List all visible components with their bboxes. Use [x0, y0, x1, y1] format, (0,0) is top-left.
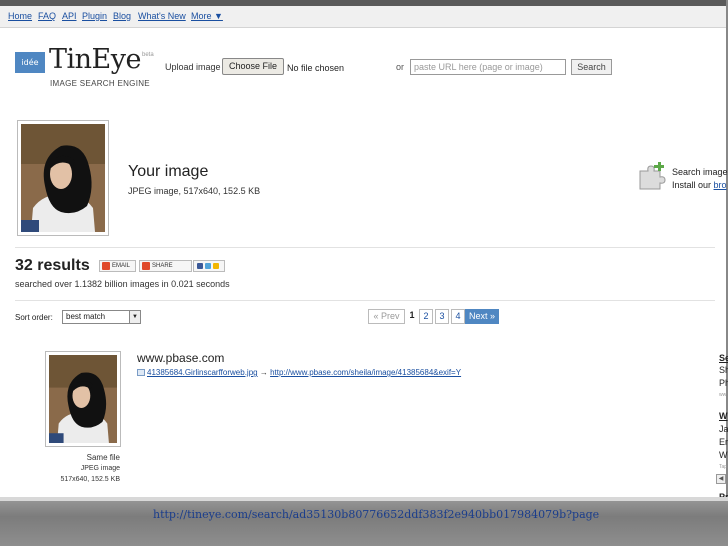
tineye-logo[interactable]: TinEye	[49, 44, 141, 75]
search-button[interactable]: Search	[571, 59, 612, 75]
sort-order-select[interactable]: best match ▼	[62, 310, 141, 324]
scroll-left-arrow[interactable]: ◀	[716, 474, 726, 484]
match-page-link[interactable]: http://www.pbase.com/sheila/image/413856…	[270, 368, 461, 377]
page-1-current: 1	[407, 309, 417, 324]
nav-home[interactable]: Home	[8, 11, 32, 21]
arrow-icon: →	[259, 368, 268, 377]
right-col-heading[interactable]: W	[719, 411, 728, 421]
footer-url[interactable]: http://tineye.com/search/ad35130b8077665…	[153, 508, 599, 521]
promo-line-1: Search image	[672, 167, 728, 177]
top-nav: Home FAQ API Plugin Blog What's New More…	[0, 6, 728, 28]
page-3-link[interactable]: 3	[435, 309, 449, 324]
your-image-title: Your image	[128, 163, 209, 180]
caption-band	[0, 497, 728, 546]
nav-faq[interactable]: FAQ	[38, 11, 56, 21]
email-label: EMAIL	[112, 263, 131, 269]
woman-in-hijab-photo	[21, 124, 105, 232]
promo-line-2-text: Install our	[672, 180, 714, 190]
share-label: SHARE	[152, 263, 173, 269]
match-thumbnail[interactable]	[45, 351, 121, 447]
search-stats: searched over 1.1382 billion images in 0…	[15, 279, 230, 289]
your-image-thumbnail	[17, 120, 109, 236]
right-col-text: W	[719, 450, 728, 460]
prev-page-button[interactable]: « Prev	[368, 309, 405, 324]
share-icon	[142, 262, 150, 270]
match-caption-type: JPEG image	[80, 465, 120, 472]
sort-order-value: best match	[66, 312, 106, 321]
right-col-text: Ph	[719, 378, 728, 388]
social-icons[interactable]	[193, 260, 225, 272]
facebook-icon	[197, 263, 203, 269]
choose-file-button[interactable]: Choose File	[222, 58, 284, 75]
sort-order-label: Sort order:	[15, 313, 53, 322]
twitter-icon	[205, 263, 211, 269]
right-col-url: ww	[719, 392, 727, 398]
url-input[interactable]: paste URL here (page or image)	[410, 59, 566, 75]
right-col-text: Sh	[719, 365, 728, 375]
chevron-down-icon: ▼	[129, 311, 140, 323]
right-col-text: Ja	[719, 424, 728, 434]
nav-plugin[interactable]: Plugin	[82, 11, 107, 21]
right-col-heading[interactable]: Se	[719, 353, 728, 363]
next-page-button[interactable]: Next »	[465, 309, 499, 324]
results-count: 32 results	[15, 257, 90, 274]
file-icon	[137, 369, 145, 377]
your-image-meta: JPEG image, 517x640, 152.5 KB	[128, 186, 261, 196]
nav-blog[interactable]: Blog	[113, 11, 131, 21]
match-site-name: www.pbase.com	[137, 351, 225, 365]
match-file-line: 41385684.Girlinscarfforweb.jpg → http://…	[137, 368, 461, 377]
match-caption-same-file: Same file	[86, 453, 120, 462]
email-share-button[interactable]: EMAIL	[99, 260, 136, 272]
or-text: or	[396, 62, 405, 72]
bookmark-icon	[213, 263, 219, 269]
match-image-link[interactable]: 41385684.Girlinscarfforweb.jpg	[147, 368, 258, 377]
divider	[15, 247, 715, 248]
nav-api[interactable]: API	[62, 11, 77, 21]
upload-label: Upload image	[165, 62, 221, 72]
logo-subtitle: IMAGE SEARCH ENGINE	[50, 79, 150, 88]
browser-plugin-link[interactable]: bro	[714, 180, 727, 190]
divider	[15, 300, 715, 301]
match-photo	[49, 355, 117, 443]
page-2-link[interactable]: 2	[419, 309, 433, 324]
page-4-link[interactable]: 4	[451, 309, 465, 324]
right-col-text: Er	[719, 437, 728, 447]
promo-line-2: Install our bro	[672, 180, 727, 190]
match-caption-size: 517x640, 152.5 KB	[60, 476, 120, 483]
idee-logo-box: idée	[15, 52, 45, 73]
email-icon	[102, 262, 110, 270]
share-button[interactable]: SHARE	[139, 260, 192, 272]
right-col-url: Tap	[719, 464, 728, 470]
logo-beta-tag: beta	[142, 52, 154, 58]
puzzle-piece-icon	[639, 162, 666, 190]
no-file-text: No file chosen	[287, 63, 345, 73]
nav-more[interactable]: More ▼	[191, 11, 223, 21]
nav-whats-new[interactable]: What's New	[138, 11, 186, 21]
